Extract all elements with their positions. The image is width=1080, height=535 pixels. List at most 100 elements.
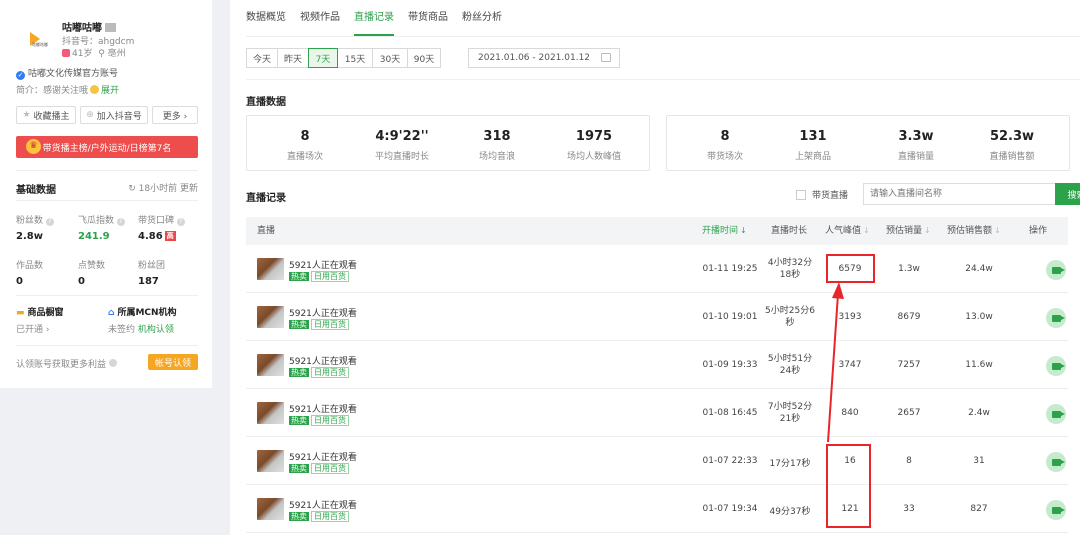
- rank-banner[interactable]: ♛ 带货播主榜/户外运动/日榜第7名: [16, 136, 198, 158]
- table-row[interactable]: 5921人正在观看 热卖 日用百货 01-08 16:45 7小时52分 21秒 840 26…: [246, 390, 1068, 437]
- tab-fans[interactable]: 粉丝分析: [462, 0, 502, 36]
- live-thumbnail[interactable]: [257, 498, 284, 520]
- update-info[interactable]: ↻ 18小时前 更新: [128, 181, 198, 194]
- badge-icon: [105, 23, 116, 32]
- live-tags: 热卖 日用百货: [289, 367, 349, 378]
- mcn-title-text: 所属MCN机构: [117, 308, 177, 318]
- arrow-annotation-icon: [827, 282, 844, 443]
- range-90d[interactable]: 90天: [407, 48, 441, 68]
- live-thumbnail[interactable]: [257, 450, 284, 472]
- col-action: 操作: [1029, 226, 1048, 236]
- live-thumbnail[interactable]: [257, 258, 284, 280]
- date-range-picker[interactable]: 2021.01.06 - 2021.01.12: [468, 48, 620, 68]
- help-icon[interactable]: ?: [116, 218, 125, 226]
- duration-line-1: 5小时25分6: [765, 306, 815, 316]
- more-button[interactable]: 更多 ›: [152, 106, 198, 124]
- video-camera-icon: [1051, 410, 1065, 418]
- favorite-button[interactable]: ★ 收藏播主: [16, 106, 76, 124]
- start-time: 01-07 19:34: [702, 504, 758, 514]
- duration: 49分37秒: [769, 507, 811, 517]
- col-peak[interactable]: 人气峰值 ↓: [825, 217, 870, 245]
- est-revenue: 13.0w: [965, 312, 993, 322]
- female-icon: [62, 49, 70, 57]
- live-tags: 热卖 日用百货: [289, 271, 349, 282]
- est-revenue: 11.6w: [965, 360, 993, 370]
- col-start-time[interactable]: 开播时间 ↓: [702, 217, 747, 245]
- shop-status-link[interactable]: 已开通 ›: [16, 322, 49, 335]
- stat-label: 作品数: [16, 261, 44, 271]
- help-icon[interactable]: [108, 359, 117, 367]
- range-15d[interactable]: 15天: [337, 48, 373, 68]
- help-icon[interactable]: ?: [45, 218, 54, 226]
- sales-live-filter[interactable]: 带货直播: [796, 188, 848, 201]
- search-button[interactable]: 搜索: [1055, 183, 1080, 205]
- avatar[interactable]: 咕嘟咕嘟: [18, 24, 52, 54]
- tab-videos[interactable]: 视频作品: [300, 0, 340, 36]
- category-tag: 日用百货: [311, 319, 349, 330]
- sales-live-checkbox[interactable]: [796, 189, 806, 200]
- live-title[interactable]: 5921人正在观看: [289, 498, 357, 511]
- live-room-search-input[interactable]: [863, 183, 1055, 205]
- favorite-button-label: 收藏播主: [33, 111, 70, 122]
- help-icon[interactable]: ?: [176, 218, 185, 226]
- category-tag: 日用百货: [311, 415, 349, 426]
- add-douyin-button[interactable]: ⊕ 加入抖音号: [80, 106, 148, 124]
- table-row[interactable]: 5921人正在观看 热卖 日用百货 01-11 19:25 4小时32分 18秒 6579 1…: [246, 246, 1068, 293]
- duration-line-2: 21秒: [779, 414, 801, 424]
- view-live-button[interactable]: [1046, 308, 1066, 328]
- kpi-label: 直播销售额: [989, 152, 1035, 162]
- tab-overview[interactable]: 数据概览: [246, 0, 286, 36]
- view-live-button[interactable]: [1046, 500, 1066, 520]
- tab-products[interactable]: 带货商品: [408, 0, 448, 36]
- est-revenue: 827: [970, 504, 988, 514]
- stat-value: 241.9: [78, 231, 110, 242]
- more-button-label: 更多 ›: [162, 111, 188, 122]
- view-live-button[interactable]: [1046, 452, 1066, 472]
- live-title[interactable]: 5921人正在观看: [289, 354, 357, 367]
- range-yesterday[interactable]: 昨天: [277, 48, 309, 68]
- plus-circle-icon: ⊕: [86, 110, 94, 120]
- table-row[interactable]: 5921人正在观看 热卖 日用百货 01-07 19:34 49分37秒 121 33 827: [246, 486, 1068, 533]
- mcn-claim-link[interactable]: 机构认领: [138, 325, 174, 335]
- kpi-live-count: 8 直播场次: [287, 129, 323, 162]
- view-live-button[interactable]: [1046, 356, 1066, 376]
- start-time: 01-08 16:45: [702, 408, 758, 418]
- table-row[interactable]: 5921人正在观看 热卖 日用百货 01-07 22:33 17分17秒 16 8 31: [246, 438, 1068, 485]
- kpi-label: 场均人数峰值: [566, 152, 622, 162]
- kpi-label: 带货场次: [706, 152, 744, 162]
- add-douyin-button-label: 加入抖音号: [96, 111, 142, 122]
- table-header: 直播 开播时间 ↓ 直播时长 人气峰值 ↓ 预估销量 ↓ 预估销售额 ↓ 操作: [246, 217, 1068, 245]
- intro-expand-link[interactable]: 展开: [101, 86, 119, 96]
- view-live-button[interactable]: [1046, 260, 1066, 280]
- range-30d[interactable]: 30天: [372, 48, 408, 68]
- hot-tag: 热卖: [289, 368, 309, 377]
- live-title[interactable]: 5921人正在观看: [289, 402, 357, 415]
- live-title[interactable]: 5921人正在观看: [289, 306, 357, 319]
- est-sales: 33: [903, 504, 915, 514]
- claim-info: 认领账号获取更多利益: [16, 357, 117, 370]
- sales-live-filter-label: 带货直播: [812, 191, 849, 201]
- hot-tag: 热卖: [289, 272, 309, 281]
- live-title[interactable]: 5921人正在观看: [289, 258, 357, 271]
- est-sales: 7257: [897, 360, 921, 370]
- table-row[interactable]: 5921人正在观看 热卖 日用百货 01-09 19:33 5小时51分 24秒 3747 7…: [246, 342, 1068, 389]
- col-sales[interactable]: 预估销量 ↓: [886, 217, 931, 245]
- table-row[interactable]: 5921人正在观看 热卖 日用百货 01-10 19:01 5小时25分6 秒 3193 86…: [246, 294, 1068, 341]
- col-label: 人气峰值: [825, 226, 862, 236]
- range-today[interactable]: 今天: [246, 48, 278, 68]
- logo-text: 咕嘟咕嘟: [32, 42, 48, 47]
- claim-account-button[interactable]: 帐号认领: [148, 354, 198, 370]
- stat-fans: 粉丝数 ? 2.8w: [16, 213, 54, 242]
- view-live-button[interactable]: [1046, 404, 1066, 424]
- tab-live-records[interactable]: 直播记录: [354, 0, 394, 36]
- stat-value: 4.86: [138, 231, 163, 242]
- kpi-value: 131: [799, 129, 827, 144]
- mcn-status-text: 未签约: [108, 325, 136, 335]
- live-thumbnail[interactable]: [257, 306, 284, 328]
- range-7d[interactable]: 7天: [308, 48, 338, 68]
- col-revenue[interactable]: 预估销售额 ↓: [947, 217, 1001, 245]
- kpi-sales-live-count: 8 带货场次: [707, 129, 743, 162]
- live-thumbnail[interactable]: [257, 402, 284, 424]
- live-thumbnail[interactable]: [257, 354, 284, 376]
- live-title[interactable]: 5921人正在观看: [289, 450, 357, 463]
